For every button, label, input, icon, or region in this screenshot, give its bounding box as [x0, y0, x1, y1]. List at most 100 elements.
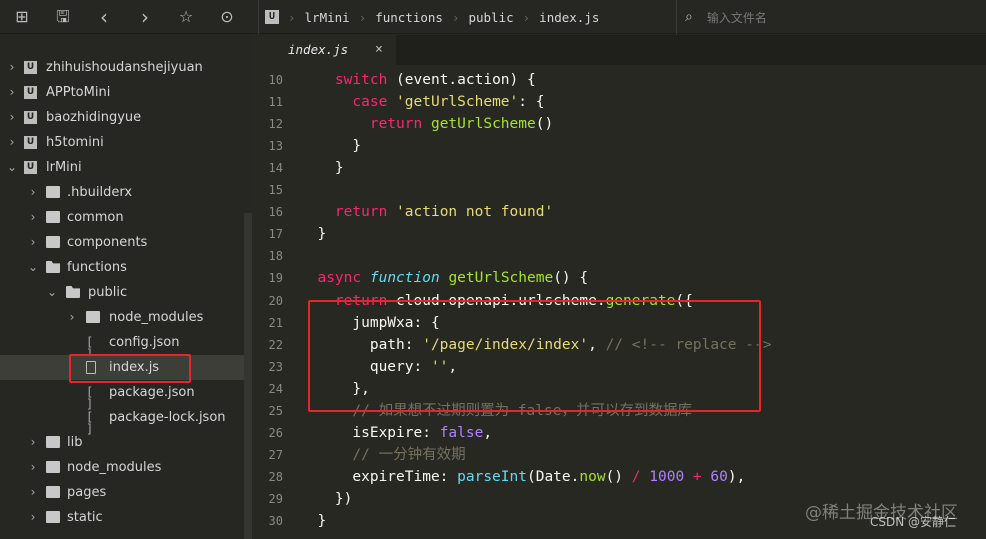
breadcrumb-item[interactable]: index.js: [539, 10, 599, 25]
code-editor[interactable]: index.js × 10 switch (event.action) {11 c…: [253, 35, 986, 539]
code-token: false: [439, 424, 484, 441]
tree-item[interactable]: [ ] package.json: [0, 380, 244, 410]
line-number: 25: [268, 403, 283, 418]
tree-item-label: package-lock.json: [109, 410, 226, 425]
code-text: async function getUrlScheme() {: [300, 267, 588, 289]
code-text: // 一分钟有效期: [300, 444, 465, 466]
back-icon[interactable]: ‹: [95, 7, 113, 27]
chevron-right-icon[interactable]: ›: [67, 305, 77, 330]
json-file-icon: [ ]: [86, 410, 94, 436]
code-token: 'getUrlScheme': [396, 94, 519, 111]
tree-item[interactable]: › Ubaozhidingyue: [0, 105, 244, 130]
chevron-right-icon[interactable]: ›: [7, 80, 17, 105]
chevron-right-icon[interactable]: ›: [7, 105, 17, 130]
chevron-right-icon[interactable]: ›: [7, 55, 17, 80]
tree-item-label: common: [67, 210, 124, 225]
code-token: now: [579, 468, 606, 485]
star-icon[interactable]: ☆: [177, 8, 195, 26]
tree-item[interactable]: ⌄ UlrMini: [0, 155, 244, 180]
tree-item[interactable]: › .hbuilderx: [0, 180, 244, 205]
chevron-down-icon[interactable]: ⌄: [28, 255, 38, 280]
breadcrumb-item[interactable]: functions: [375, 10, 443, 25]
search-input[interactable]: 输入文件名: [707, 9, 767, 26]
code-token: parseInt: [457, 468, 527, 485]
tree-item[interactable]: › components: [0, 230, 244, 255]
tree-item[interactable]: [ ] config.json: [0, 330, 244, 360]
line-number: 10: [268, 73, 283, 87]
line-number: 29: [268, 491, 283, 506]
line-number: 11: [268, 95, 283, 110]
tree-item[interactable]: › node_modules: [0, 455, 244, 480]
line-number: 20: [268, 293, 283, 308]
chevron-right-icon[interactable]: ›: [7, 130, 17, 155]
line-number: 22: [268, 337, 283, 352]
tab-index-js[interactable]: index.js ×: [253, 35, 396, 65]
folder-open-icon: [46, 261, 60, 273]
code-token: isExpire:: [300, 424, 440, 441]
tree-item[interactable]: › common: [0, 205, 244, 230]
tab-label: index.js: [288, 42, 349, 57]
folder-icon: [86, 311, 100, 323]
code-text: switch (event.action) {: [300, 69, 536, 91]
code-token: ,: [483, 424, 493, 441]
folder-icon: [46, 211, 60, 223]
tree-item[interactable]: [ ] package-lock.json: [0, 405, 244, 436]
run-icon[interactable]: ⊙: [218, 8, 236, 26]
file-search[interactable]: ⌕ 输入文件名: [676, 0, 986, 34]
chevron-right-icon[interactable]: ›: [28, 205, 38, 230]
line-number: 16: [268, 205, 283, 220]
code-token: return: [334, 204, 388, 221]
code-token: 'action not found': [396, 204, 554, 221]
tree-item[interactable]: › U APPtoMini: [0, 80, 244, 105]
line-number: 28: [268, 469, 283, 484]
code-token: }: [300, 513, 327, 529]
chevron-right-icon[interactable]: ›: [28, 455, 38, 480]
line-number: 24: [268, 381, 283, 396]
breadcrumb-item[interactable]: lrMini: [305, 10, 350, 25]
project-explorer: › Uzhihuishoudanshejiyuan › U APPtoMini › Ubao…: [0, 35, 253, 539]
chevron-right-icon[interactable]: ›: [28, 230, 38, 255]
chevron-right-icon[interactable]: ›: [28, 180, 38, 205]
tree-item[interactable]: › Uzhihuishoudanshejiyuan: [0, 55, 244, 80]
forward-icon[interactable]: ›: [136, 7, 154, 27]
chevron-right-icon[interactable]: ›: [28, 505, 38, 530]
tree-item[interactable]: ⌄ functions: [0, 255, 244, 280]
code-text: }: [300, 223, 326, 245]
chevron-down-icon[interactable]: ⌄: [47, 280, 57, 305]
code-token: }): [300, 490, 353, 507]
tree-item[interactable]: › lib: [0, 430, 244, 455]
tree-item-label: .hbuilderx: [67, 185, 133, 200]
chevron-down-icon[interactable]: ⌄: [7, 155, 17, 180]
tree-item-label: functions: [67, 260, 127, 275]
tree-item-label: lib: [67, 435, 83, 450]
tree-item[interactable]: › static: [0, 505, 244, 530]
code-token: (event.action) {: [387, 72, 536, 88]
tree-item-label: package.json: [109, 385, 195, 400]
tree-item[interactable]: › node_modules: [0, 305, 244, 330]
code-text: isExpire: false,: [300, 422, 492, 444]
line-number: 17: [268, 227, 283, 242]
chevron-right-icon[interactable]: ›: [28, 430, 38, 455]
save-icon[interactable]: 🖫: [54, 8, 72, 26]
sidebar-scrollbar[interactable]: [244, 213, 252, 539]
tree-item[interactable]: › Uh5tomini: [0, 130, 244, 155]
code-token: }: [300, 160, 344, 177]
new-file-icon[interactable]: ⊞: [13, 8, 31, 26]
tree-item[interactable]: › pages: [0, 480, 244, 505]
tree-item-label: baozhidingyue: [46, 110, 142, 125]
code-text: return 'action not found': [300, 201, 553, 223]
line-number: 26: [268, 425, 283, 440]
chevron-right-icon[interactable]: ›: [28, 480, 38, 505]
close-icon[interactable]: ×: [375, 35, 383, 65]
project-icon: U: [24, 61, 37, 74]
tab-bar: index.js ×: [253, 35, 986, 65]
code-text: }: [300, 510, 326, 532]
tree-item[interactable]: ⌄ public: [0, 280, 244, 305]
breadcrumb-item[interactable]: public: [468, 10, 513, 25]
tree-item-label: zhihuishoudanshejiyuan: [46, 60, 203, 75]
